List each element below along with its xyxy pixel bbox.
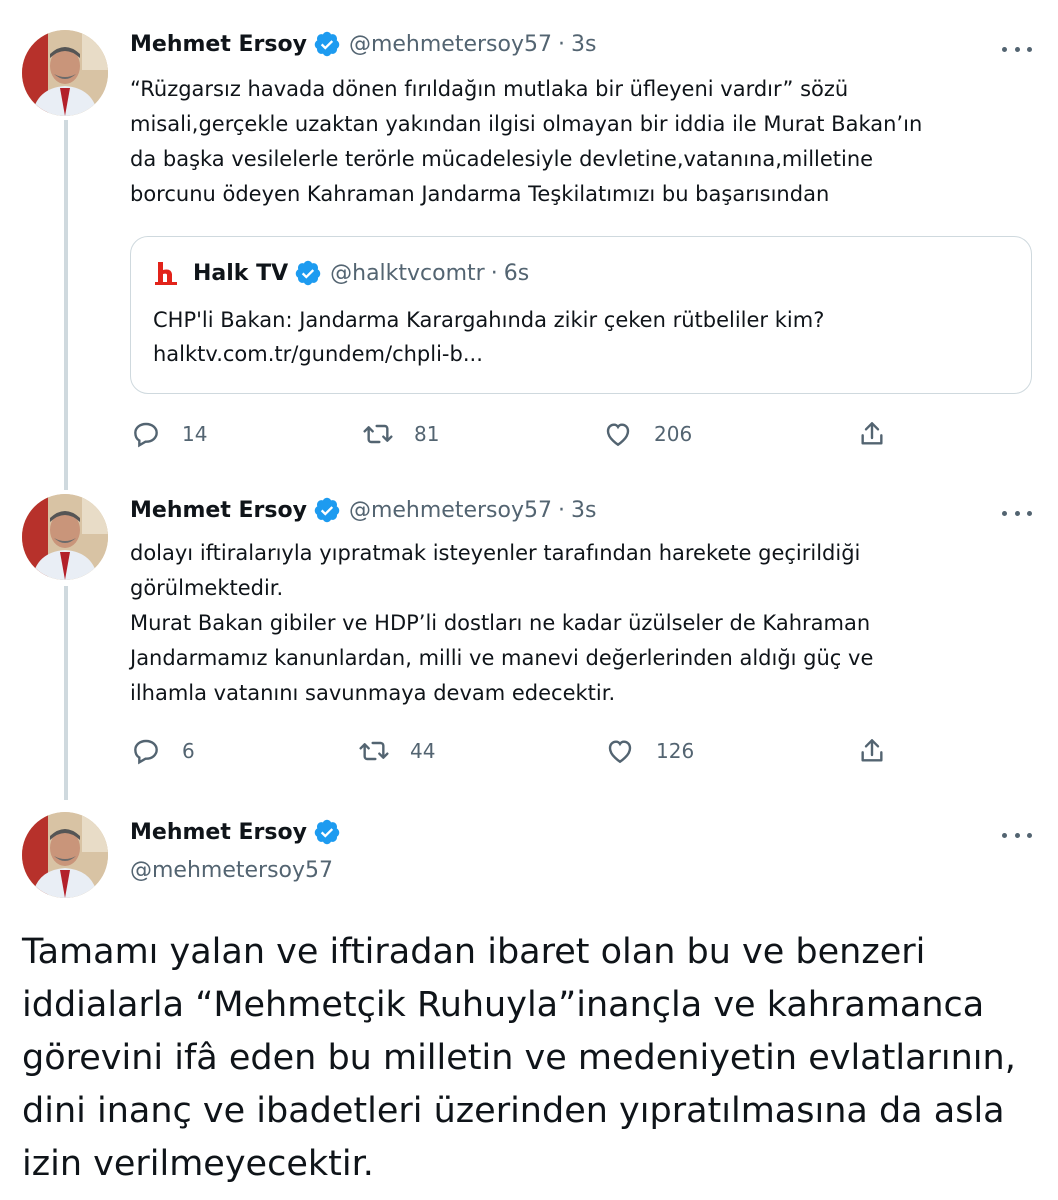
separator-dot: · <box>557 31 565 57</box>
tweet-text: Tamamı yalan ve iftiradan ibaret olan bu… <box>22 932 1016 1184</box>
tweet-actions: 6 44 126 <box>130 735 910 771</box>
timestamp[interactable]: 3s <box>571 498 596 523</box>
verified-badge-icon <box>313 818 341 846</box>
tweet-text: dolayı iftiralarıyla yıpratmak isteyenle… <box>130 541 874 705</box>
tweet-actions: 14 81 206 <box>130 418 910 454</box>
share-icon <box>856 735 888 767</box>
verified-badge-icon <box>294 259 322 287</box>
author-name[interactable]: Mehmet Ersoy <box>130 820 307 845</box>
quoted-author-handle[interactable]: @halktvcomtr <box>330 261 485 286</box>
more-icon[interactable] <box>1002 508 1032 518</box>
more-icon[interactable] <box>1002 830 1032 840</box>
reply-icon <box>130 418 162 450</box>
tweet-header: Mehmet Ersoy @mehmetersoy57 · 3s <box>130 30 596 58</box>
retweet-icon <box>358 735 390 767</box>
share-button[interactable] <box>856 418 888 450</box>
avatar[interactable] <box>22 30 108 116</box>
thread-line <box>64 120 68 490</box>
reply-icon <box>130 735 162 767</box>
like-count: 206 <box>654 422 693 446</box>
avatar[interactable] <box>22 812 108 898</box>
verified-badge-icon <box>313 496 341 524</box>
like-icon <box>604 735 636 767</box>
avatar[interactable] <box>22 494 108 580</box>
like-button[interactable]: 206 <box>602 418 692 450</box>
retweet-button[interactable]: 81 <box>362 418 439 450</box>
quoted-tweet-text: CHP'li Bakan: Jandarma Karargahında ziki… <box>153 308 825 366</box>
retweet-icon <box>362 418 394 450</box>
share-icon <box>856 418 888 450</box>
author-handle[interactable]: @mehmetersoy57 <box>349 498 552 523</box>
quoted-author-name[interactable]: Halk TV <box>193 261 288 286</box>
tweet-header: Mehmet Ersoy <box>130 818 341 846</box>
timestamp[interactable]: 3s <box>571 32 596 57</box>
more-icon[interactable] <box>1002 44 1032 54</box>
author-name[interactable]: Mehmet Ersoy <box>130 32 307 57</box>
author-name[interactable]: Mehmet Ersoy <box>130 498 307 523</box>
retweet-count: 81 <box>414 422 440 446</box>
share-button[interactable] <box>856 735 888 767</box>
quoted-tweet-header: Halk TV @halktvcomtr · 6s <box>153 259 529 287</box>
like-icon <box>602 418 634 450</box>
verified-badge-icon <box>313 30 341 58</box>
reply-button[interactable]: 6 <box>130 735 195 767</box>
tweet-text: “Rüzgarsız havada dönen fırıldağın mutla… <box>130 77 923 206</box>
author-handle[interactable]: @mehmetersoy57 <box>349 32 552 57</box>
reply-count: 14 <box>182 422 208 446</box>
retweet-button[interactable]: 44 <box>358 735 435 767</box>
separator-dot: · <box>490 260 498 286</box>
like-button[interactable]: 126 <box>604 735 694 767</box>
like-count: 126 <box>656 739 695 763</box>
halktv-logo <box>153 260 179 286</box>
retweet-count: 44 <box>410 739 436 763</box>
author-handle[interactable]: @mehmetersoy57 <box>130 858 333 883</box>
reply-count: 6 <box>182 739 195 763</box>
reply-button[interactable]: 14 <box>130 418 207 450</box>
tweet-header: Mehmet Ersoy @mehmetersoy57 · 3s <box>130 496 596 524</box>
thread-line <box>64 586 68 800</box>
separator-dot: · <box>557 497 565 523</box>
quoted-tweet[interactable]: Halk TV @halktvcomtr · 6s CHP'li Bakan: … <box>130 236 1032 394</box>
quoted-timestamp[interactable]: 6s <box>504 261 529 286</box>
